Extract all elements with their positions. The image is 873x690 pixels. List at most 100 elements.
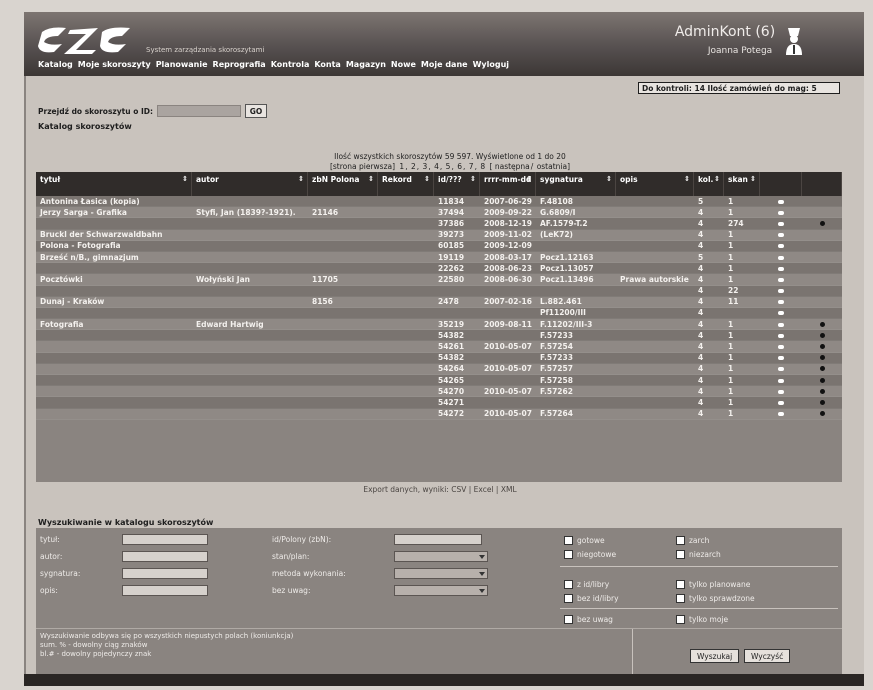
edit-icon[interactable] <box>760 264 802 273</box>
sort-icon[interactable]: ⇕ <box>424 175 430 183</box>
checkbox-only-checked[interactable] <box>676 594 685 603</box>
sort-icon[interactable]: ⇕ <box>526 175 532 183</box>
export-excel[interactable]: Excel <box>474 485 494 494</box>
checkbox-with-idlibry[interactable] <box>564 580 573 589</box>
edit-icon[interactable] <box>760 275 802 284</box>
checkbox-only-mine[interactable] <box>676 615 685 624</box>
checkbox-not-ready[interactable] <box>564 550 573 559</box>
table-row[interactable]: Pf11200/III 4 <box>36 307 842 320</box>
sort-icon[interactable]: ⇕ <box>606 175 612 183</box>
nav-item[interactable]: Nowe <box>391 60 416 72</box>
pager-page-link[interactable]: 1 <box>399 162 404 171</box>
sort-icon[interactable]: ⇕ <box>298 175 304 183</box>
edit-icon[interactable] <box>760 376 802 385</box>
edit-icon[interactable] <box>760 197 802 206</box>
table-row[interactable]: 54271 4 1 <box>36 397 842 409</box>
column-header[interactable]: tytuł ⇕ <box>36 172 192 196</box>
table-row[interactable]: 54272 2010-05-07 F.57264 4 1 <box>36 408 842 420</box>
table-cell[interactable]: Pocztówki <box>36 275 192 284</box>
table-row[interactable]: 4 22 <box>36 285 842 297</box>
to-control-value[interactable]: 14 <box>694 84 704 93</box>
edit-icon[interactable] <box>760 253 802 262</box>
edit-icon[interactable] <box>760 308 802 317</box>
checkbox-no-remarks[interactable] <box>564 615 573 624</box>
edit-icon[interactable] <box>760 364 802 373</box>
checkbox-without-idlibry[interactable] <box>564 594 573 603</box>
nav-item[interactable]: Wyloguj <box>473 60 509 72</box>
nav-item[interactable]: Moje skoroszyty <box>78 60 151 72</box>
edit-icon[interactable] <box>760 353 802 362</box>
table-row[interactable]: Polona - Fotografia 60185 2009-12-09 4 1 <box>36 240 842 252</box>
app-logo[interactable] <box>36 24 136 58</box>
table-row[interactable]: 37386 2008-12-19 AF.1579-T.2 4 274 <box>36 218 842 230</box>
checkbox-not-archived[interactable] <box>676 550 685 559</box>
column-header[interactable]: zbN Polona ⇕ <box>308 172 378 196</box>
table-row[interactable]: Fotografia Edward Hartwig 35219 2009-08-11 F… <box>36 319 842 331</box>
polona-id-input[interactable] <box>394 534 482 545</box>
sort-icon[interactable]: ⇕ <box>750 175 756 183</box>
table-row[interactable]: 54270 2010-05-07 F.57262 4 1 <box>36 386 842 398</box>
table-cell[interactable]: Bruckl der Schwarzwaldbahn <box>36 230 192 239</box>
edit-icon[interactable] <box>760 297 802 306</box>
table-row[interactable]: 54265 F.57258 4 1 <box>36 375 842 387</box>
table-cell[interactable]: Jerzy Sarga - Grafika <box>36 208 192 217</box>
pager-page-link[interactable]: 6 <box>457 162 462 171</box>
table-row[interactable]: Jerzy Sarga - Grafika Styfi, Jan (1839?-1… <box>36 207 842 219</box>
table-row[interactable]: 22262 2008-06-23 Pocz1.13057 4 1 <box>36 263 842 275</box>
pager-next[interactable]: [ następna <box>490 162 530 171</box>
signature-input[interactable] <box>122 568 208 579</box>
table-cell[interactable]: Antonina Łasica (kopia) <box>36 197 192 206</box>
clear-button[interactable]: Wyczyść <box>744 649 791 663</box>
column-header[interactable]: rrrr-mm-dd ⇕ <box>480 172 536 196</box>
column-header[interactable]: opis ⇕ <box>616 172 694 196</box>
orders-value[interactable]: 5 <box>812 84 817 93</box>
sort-icon[interactable]: ⇕ <box>470 175 476 183</box>
edit-icon[interactable] <box>760 387 802 396</box>
table-row[interactable]: Antonina Łasica (kopia) 11834 2007-06-29 F.… <box>36 196 842 208</box>
sort-icon[interactable]: ⇕ <box>684 175 690 183</box>
table-row[interactable]: 54382 F.57233 4 1 <box>36 330 842 342</box>
pager-page-link[interactable]: 8 <box>480 162 485 171</box>
table-row[interactable]: 54264 2010-05-07 F.57257 4 1 <box>36 363 842 375</box>
edit-icon[interactable] <box>760 398 802 407</box>
edit-icon[interactable] <box>760 331 802 340</box>
table-row[interactable]: Bruckl der Schwarzwaldbahn 39273 2009-11-0… <box>36 229 842 241</box>
sort-icon[interactable]: ⇕ <box>182 175 188 183</box>
state-select[interactable] <box>394 551 488 562</box>
pager-page-link[interactable]: 7 <box>469 162 474 171</box>
column-header[interactable]: autor ⇕ <box>192 172 308 196</box>
edit-icon[interactable] <box>760 241 802 250</box>
edit-icon[interactable] <box>760 320 802 329</box>
table-row[interactable]: 54382 F.57233 4 1 <box>36 352 842 364</box>
nav-item[interactable]: Katalog <box>38 60 73 72</box>
nav-item[interactable]: Kontrola <box>271 60 310 72</box>
column-header[interactable]: skan ⇕ <box>724 172 760 196</box>
search-button[interactable]: Wyszukaj <box>690 649 740 663</box>
go-button[interactable]: GO <box>244 104 267 118</box>
goto-id-input[interactable] <box>156 105 241 117</box>
export-xml[interactable]: XML <box>501 485 517 494</box>
column-header[interactable]: id/??? ⇕ <box>434 172 480 196</box>
table-cell[interactable]: Polona - Fotografia <box>36 241 192 250</box>
nav-item[interactable]: Konta <box>314 60 340 72</box>
column-header[interactable]: Rekord ⇕ <box>378 172 434 196</box>
nav-item[interactable]: Magazyn <box>346 60 386 72</box>
column-header[interactable]: sygnatura ⇕ <box>536 172 616 196</box>
pager-page-link[interactable]: 2 <box>411 162 416 171</box>
edit-icon[interactable] <box>760 342 802 351</box>
edit-icon[interactable] <box>760 219 802 228</box>
table-cell[interactable]: Dunaj - Kraków <box>36 297 192 306</box>
method-select[interactable] <box>394 568 488 579</box>
edit-icon[interactable] <box>760 286 802 295</box>
edit-icon[interactable] <box>760 409 802 418</box>
author-input[interactable] <box>122 551 208 562</box>
checkbox-archived[interactable] <box>676 536 685 545</box>
nav-item[interactable]: Reprografia <box>213 60 266 72</box>
pager-page-link[interactable]: 5 <box>446 162 451 171</box>
description-input[interactable] <box>122 585 208 596</box>
table-row[interactable]: Dunaj - Kraków 8156 2478 2007-02-16 L.882.46… <box>36 296 842 308</box>
pager-last[interactable]: ostatnia] <box>537 162 570 171</box>
table-row[interactable]: Brześć n/B., gimnazjum 19119 2008-03-17 Poc… <box>36 251 842 264</box>
sort-icon[interactable]: ⇕ <box>368 175 374 183</box>
pager-page-link[interactable]: 4 <box>434 162 439 171</box>
